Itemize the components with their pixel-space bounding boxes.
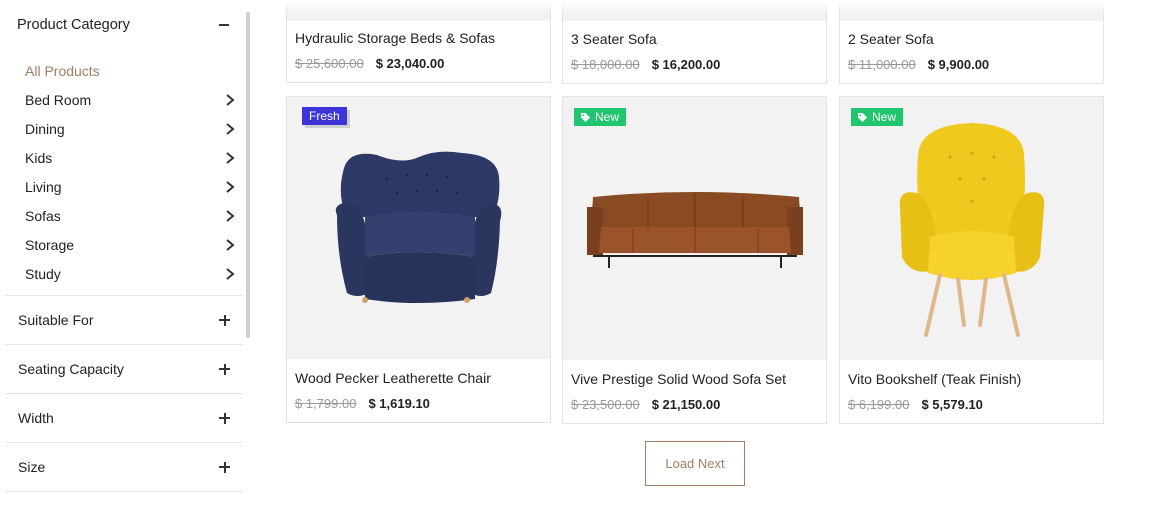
category-label: All Products — [25, 62, 100, 79]
filter-label: Width — [18, 410, 54, 426]
product-card[interactable]: Hydraulic Storage Beds & Sofas $ 25,600.… — [286, 0, 551, 83]
product-name[interactable]: Wood Pecker Leatherette Chair — [295, 370, 491, 386]
chevron-right-icon[interactable] — [225, 238, 235, 251]
chevron-right-icon[interactable] — [225, 180, 235, 193]
badge-label: New — [872, 110, 897, 124]
chevron-right-icon[interactable] — [225, 122, 235, 135]
category-item-bed-room[interactable]: Bed Room — [25, 85, 235, 114]
filter-label: Suitable For — [18, 312, 94, 328]
sale-price: $ 16,200.00 — [651, 57, 721, 72]
sale-price: $ 5,579.10 — [921, 397, 983, 412]
old-price: $ 11,000.00 — [848, 57, 916, 72]
old-price: $ 6,199.00 — [848, 397, 910, 412]
old-price: $ 18,000.00 — [571, 57, 640, 72]
chevron-right-icon[interactable] — [225, 151, 235, 164]
category-item-study[interactable]: Study — [25, 259, 235, 288]
old-price: $ 23,500.00 — [571, 397, 640, 412]
product-name[interactable]: Vive Prestige Solid Wood Sofa Set — [571, 371, 786, 387]
chevron-right-icon[interactable] — [225, 209, 235, 222]
badge-label: Fresh — [309, 109, 340, 123]
product-prices: $ 25,600.00 $ 23,040.00 — [295, 56, 444, 71]
product-prices: $ 18,000.00 $ 16,200.00 — [571, 57, 720, 72]
category-list: All Products Bed Room Dining Kids Living… — [25, 56, 235, 288]
filter-sidebar: Product Category All Products Bed Room D… — [5, 0, 243, 530]
category-label: Storage — [25, 236, 75, 253]
category-label: Study — [25, 265, 61, 282]
category-item-storage[interactable]: Storage — [25, 230, 235, 259]
product-name[interactable]: 2 Seater Sofa — [848, 31, 934, 47]
fresh-badge: Fresh — [302, 107, 347, 125]
new-badge: New — [574, 108, 627, 126]
sofa-image — [587, 192, 803, 268]
sidebar-scrollbar[interactable] — [246, 12, 250, 338]
product-image[interactable] — [563, 0, 826, 21]
old-price: $ 1,799.00 — [295, 396, 357, 411]
product-name[interactable]: 3 Seater Sofa — [571, 31, 657, 47]
filter-suitable-for[interactable]: Suitable For — [5, 296, 243, 345]
filter-label: Seating Capacity — [18, 361, 124, 377]
chevron-right-icon[interactable] — [225, 267, 235, 280]
category-item-kids[interactable]: Kids — [25, 143, 235, 172]
product-card[interactable]: New Vive Prestige Solid Wood Sofa Set $ … — [562, 96, 827, 424]
new-badge: New — [851, 108, 904, 126]
category-item-dining[interactable]: Dining — [25, 114, 235, 143]
product-category-title: Product Category — [17, 17, 130, 33]
chevron-right-icon[interactable] — [225, 93, 235, 106]
category-item-all-products[interactable]: All Products — [25, 56, 235, 85]
filter-width[interactable]: Width — [5, 394, 243, 443]
plus-icon[interactable] — [219, 461, 230, 473]
product-card[interactable]: Fresh Wood Pecker Leatherette Chair $ 1,… — [286, 96, 551, 423]
category-label: Sofas — [25, 207, 61, 224]
tag-icon — [581, 112, 590, 122]
filter-size[interactable]: Size — [5, 443, 243, 492]
product-image[interactable] — [840, 97, 1103, 360]
filter-seating-capacity[interactable]: Seating Capacity — [5, 345, 243, 394]
armchair-image — [335, 151, 502, 303]
minus-icon[interactable] — [219, 24, 229, 26]
load-next-button[interactable]: Load Next — [645, 441, 745, 486]
category-label: Bed Room — [25, 91, 92, 108]
category-label: Dining — [25, 120, 65, 137]
sale-price: $ 23,040.00 — [375, 56, 445, 71]
category-item-sofas[interactable]: Sofas — [25, 201, 235, 230]
yellow-chair-image — [899, 123, 1045, 337]
product-category-header[interactable]: Product Category — [17, 15, 231, 35]
product-prices: $ 6,199.00 $ 5,579.10 — [848, 397, 983, 412]
sale-price: $ 1,619.10 — [368, 396, 430, 411]
badge-label: New — [595, 110, 620, 124]
old-price: $ 25,600.00 — [295, 56, 364, 71]
product-image[interactable] — [840, 0, 1103, 21]
tag-icon — [858, 112, 867, 122]
product-prices: $ 11,000.00 $ 9,900.00 — [848, 57, 989, 72]
category-label: Living — [25, 178, 62, 195]
category-label: Kids — [25, 149, 53, 166]
plus-icon[interactable] — [219, 314, 230, 326]
sale-price: $ 9,900.00 — [927, 57, 990, 72]
product-card[interactable]: 2 Seater Sofa $ 11,000.00 $ 9,900.00 — [839, 0, 1104, 84]
product-card[interactable]: 3 Seater Sofa $ 18,000.00 $ 16,200.00 — [562, 0, 827, 84]
product-card[interactable]: New Vito Bookshelf (Teak Finish) $ 6,199… — [839, 96, 1104, 424]
product-name[interactable]: Vito Bookshelf (Teak Finish) — [848, 371, 1021, 387]
product-prices: $ 1,799.00 $ 1,619.10 — [295, 396, 430, 411]
category-item-living[interactable]: Living — [25, 172, 235, 201]
product-image[interactable] — [287, 97, 550, 359]
product-image[interactable] — [287, 0, 550, 21]
plus-icon[interactable] — [219, 412, 230, 424]
product-name[interactable]: Hydraulic Storage Beds & Sofas — [295, 30, 495, 46]
filter-label: Size — [18, 459, 46, 475]
product-prices: $ 23,500.00 $ 21,150.00 — [571, 397, 720, 412]
plus-icon[interactable] — [219, 363, 230, 375]
sale-price: $ 21,150.00 — [651, 397, 721, 412]
product-image[interactable] — [563, 97, 826, 360]
